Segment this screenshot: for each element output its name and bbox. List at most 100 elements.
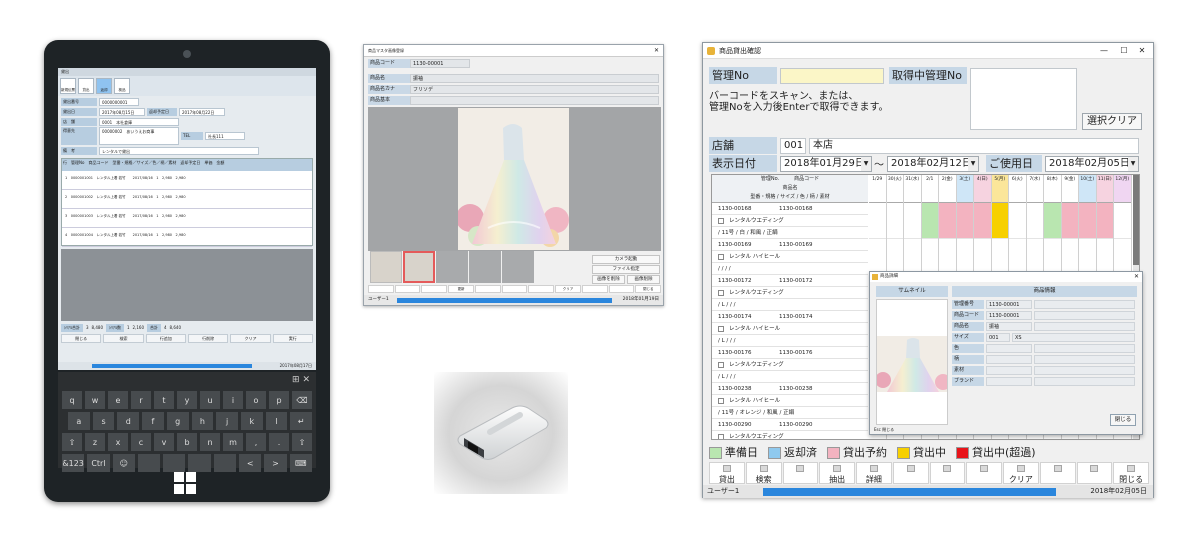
keyboard-key[interactable]: ↵ [290,412,313,430]
table-row[interactable]: レンタル ハイヒール [712,395,868,407]
schedule-cell[interactable] [869,239,886,275]
schedule-cell[interactable] [1044,239,1061,275]
tablet-toolbar-btn[interactable]: 新規伝票 [60,78,76,94]
table-row[interactable]: レンタルウエディング [712,287,868,299]
keyboard-key[interactable]: ⇧ [62,433,82,451]
field-value[interactable]: 0000000001 [99,97,139,106]
close-button[interactable]: 閉じる [1110,414,1136,426]
keyboard-key[interactable]: ⌨ [289,454,312,472]
store-code-field[interactable]: 001 [780,138,806,154]
schedule-cell[interactable] [939,203,956,239]
row-checkbox[interactable] [718,397,724,404]
schedule-cell[interactable] [1079,239,1096,275]
schedule-cell[interactable] [991,203,1008,239]
schedule-cell[interactable] [1026,203,1043,239]
keyboard-key[interactable]: d [117,412,140,430]
field-value[interactable]: 2017年08月15日 [99,107,145,116]
close-icon[interactable]: ✕ [654,45,659,57]
schedule-cell[interactable] [1079,203,1096,239]
keyboard-key[interactable] [137,454,161,472]
table-row[interactable]: 4 0000001004 レンタル上着 若竹 2017/08/16 1 2,98… [62,228,312,247]
keyboard-key[interactable]: o [246,391,266,409]
fkey-button[interactable]: 詳細 [856,462,892,484]
close-icon[interactable]: ✕ [302,375,310,385]
schedule-cell[interactable] [974,239,991,275]
update-button[interactable]: 更新 [448,285,474,293]
keyboard-key[interactable]: y [177,391,197,409]
schedule-cell[interactable] [886,203,903,239]
keyboard-key[interactable] [163,454,186,472]
keyboard-key[interactable]: z [85,433,105,451]
fkey-button[interactable] [1039,462,1076,484]
keyboard-key[interactable]: k [240,412,263,430]
remove-image-button[interactable]: 画像削除 [627,275,660,284]
schedule-cell[interactable] [991,239,1008,275]
schedule-cell[interactable] [1009,239,1026,275]
tablet-toolbar-btn[interactable]: 貸出 [78,78,94,94]
schedule-cell[interactable] [939,239,956,275]
schedule-cell[interactable] [956,239,973,275]
table-row[interactable]: レンタルウエディング [712,431,868,439]
keyboard-key[interactable]: a [68,412,90,430]
schedule-cell[interactable] [886,239,903,275]
fkey-button[interactable] [782,462,819,484]
table-row[interactable]: / L / / / [712,335,868,347]
keyboard-key[interactable]: &123 [62,454,85,472]
schedule-cell[interactable] [1114,203,1131,239]
schedule-cell[interactable] [869,203,886,239]
table-row[interactable]: 2 0000001002 レンタル上着 若竹 2017/08/16 1 2,98… [62,190,312,209]
keyboard-key[interactable]: . [269,433,289,451]
row-checkbox[interactable] [718,361,724,368]
schedule-cell[interactable] [1026,239,1043,275]
table-row[interactable]: 1130-00238 1130-00238 [712,383,868,395]
table-row[interactable]: / L / / / [712,371,868,383]
schedule-cell[interactable] [1044,203,1061,239]
schedule-cell[interactable] [1009,203,1026,239]
schedule-cell[interactable] [904,203,921,239]
schedule-cell[interactable] [1061,239,1078,275]
schedule-cell[interactable] [1096,203,1113,239]
table-row[interactable]: 1130-00172 1130-00172 [712,275,868,287]
tablet-toolbar-btn[interactable]: 返却 [96,78,112,94]
schedule-cell[interactable] [921,203,938,239]
keyboard-key[interactable]: s [92,412,115,430]
chevron-down-icon[interactable]: ▼ [861,157,871,171]
table-row[interactable]: 1 0000001001 レンタル上着 若竹 2017/08/16 1 2,98… [62,171,312,190]
table-row[interactable]: 1130-00168 1130-00168 [712,203,868,215]
delete-row-button[interactable]: 行削除 [187,334,229,343]
table-row[interactable]: / 11号 / オレンジ / 和風 / 正絹 [712,407,868,419]
windows-logo-icon[interactable] [174,472,196,494]
keyboard-key[interactable]: g [166,412,189,430]
keyboard-layout-icon[interactable]: ⊞ [292,375,300,385]
keyboard-key[interactable]: m [223,433,243,451]
keyboard-key[interactable]: ☺ [112,454,135,472]
fkey[interactable] [528,285,555,293]
table-row[interactable]: 1130-00174 1130-00174 [712,311,868,323]
keyboard-key[interactable] [213,454,237,472]
schedule-cell[interactable] [974,203,991,239]
add-row-button[interactable]: 行追加 [145,334,186,343]
field-value[interactable]: 社長111 [205,132,245,140]
chevron-down-icon[interactable]: ▼ [968,157,978,171]
fkey-button[interactable]: 抽出 [819,462,855,484]
fkey[interactable] [474,285,501,293]
scrollbar-thumb[interactable] [1133,175,1139,265]
schedule-cell[interactable] [921,239,938,275]
fkey[interactable] [581,285,608,293]
schedule-cell[interactable] [1096,239,1113,275]
fkey-button[interactable] [1076,462,1113,484]
table-row[interactable]: / 11号 / 白 / 和風 / 正絹 [712,227,868,239]
keyboard-key[interactable]: v [154,433,174,451]
fkey-button[interactable]: クリア [1003,462,1039,484]
fkey[interactable] [608,285,635,293]
date-to-select[interactable]: 2018年02月12日 ▼ [887,156,979,172]
search-button[interactable]: 検索 [103,334,144,343]
product-code-field[interactable]: 1130-00001 [410,58,470,68]
fkey-button[interactable]: 検索 [745,462,782,484]
table-row[interactable]: 3 0000001003 レンタル上着 若竹 2017/08/16 1 2,98… [62,209,312,228]
schedule-cell[interactable] [956,203,973,239]
fkey[interactable] [501,285,528,293]
close-button[interactable]: 閉じる [61,334,102,343]
table-row[interactable]: 1130-00290 1130-00290 [712,419,868,431]
keyboard-key[interactable]: l [265,412,288,430]
